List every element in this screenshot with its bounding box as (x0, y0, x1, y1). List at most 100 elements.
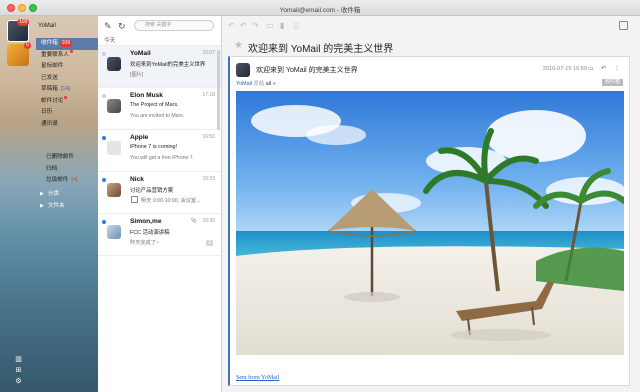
title-bar: Yomail@email.com - 收件箱 (0, 0, 640, 16)
message-sender: YoMail (130, 50, 151, 57)
sidebar-group-folders[interactable]: ▶ 文件夹 (40, 200, 65, 212)
reply-all-icon[interactable]: ↶ (240, 21, 247, 31)
message-item[interactable]: Apple 16:50 iPhone 7 is coming! You will… (98, 130, 221, 172)
reply-icon[interactable]: ↶ (228, 21, 235, 31)
folder-list: 收件箱 109 重要联系人 星标邮件 已发送 草稿箱 [14] 邮件讨论 日历 通… (36, 38, 98, 130)
sidebar-item-archive[interactable]: 归档 (46, 164, 78, 176)
folder-move-icon[interactable]: ▭ (266, 21, 274, 31)
sent-to-label: 发给 (253, 81, 265, 87)
message-preview: 明天 9:00-10:00, 会议室... (141, 198, 201, 204)
message-time: 17:18 (202, 92, 215, 98)
search-input[interactable]: 搜索 关键字 (134, 20, 214, 31)
message-time: 16:50 (202, 134, 215, 140)
sidebar-group-categories[interactable]: ▶ 分类 (40, 188, 65, 200)
attachments-icon[interactable]: ⊞ (14, 367, 23, 375)
message-subject: FCC 活动演讲稿 (130, 230, 170, 236)
message-item[interactable]: YoMail 16:07 欢迎来到YoMail的完美主义世界 [图片] (98, 46, 221, 88)
folder-label: 草稿箱 (41, 86, 58, 92)
list-scrollbar[interactable] (217, 50, 220, 130)
folder-label: 收件箱 (41, 40, 58, 46)
read-dot-icon (102, 94, 106, 98)
message-subject: The Project of Mars. (130, 102, 179, 108)
sidebar-item-calendar[interactable]: 日历 (36, 107, 98, 119)
sidebar-item-deleted[interactable]: 已删除邮件 (46, 152, 78, 164)
sidebar: 109 6 YoMail 收件箱 109 重要联系人 星标邮件 已发送 草稿箱[… (0, 16, 98, 392)
sidebar-item-sent[interactable]: 已发送 (36, 73, 98, 85)
reading-pane: ↶ ↶ ↷ ▭ ▮ ▯ ★ 欢迎来到 YoMail 的完美主义世界 欢迎来到 Y… (222, 16, 640, 392)
card-actions[interactable]: ▭ ↶ ⋮ (588, 65, 623, 72)
thread-count-badge: 2 (206, 240, 213, 246)
message-sender: Apple (130, 134, 149, 141)
avatar (107, 57, 121, 71)
window-title: Yomail@email.com - 收件箱 (279, 7, 361, 14)
message-sender: Simon,me (130, 218, 162, 225)
sender-avatar (236, 63, 250, 77)
sidebar-item-starred[interactable]: 星标邮件 (36, 61, 98, 73)
message-time: 15:33 (202, 176, 215, 182)
trash-icon[interactable]: ▯ (294, 21, 298, 31)
avatar (107, 99, 121, 113)
junk-count: [4] (71, 177, 78, 183)
sidebar-bottom-tools: ▥ ⊞ ⚙ (14, 356, 23, 386)
sidebar-item-discussions[interactable]: 邮件讨论 (36, 95, 98, 108)
folder-label: 邮件讨论 (41, 97, 64, 104)
message-preview: You are invited to Mars. (130, 113, 185, 119)
folder-tag: 收件箱 (601, 79, 623, 86)
message-sender: Elon Musk (130, 92, 163, 99)
email-recipients: YoMail 发给 all » (236, 79, 276, 87)
compose-icon[interactable]: ✎ (104, 21, 114, 31)
sidebar-item-inbox[interactable]: 收件箱 109 (36, 38, 98, 50)
forward-icon[interactable]: ↷ (252, 21, 259, 31)
folder-label: 星标邮件 (41, 63, 64, 69)
tag-icon[interactable]: ▮ (280, 21, 284, 31)
account-unread-badge-secondary: 6 (24, 42, 31, 49)
subject-header: ★ 欢迎来到 YoMail 的完美主义世界 (222, 36, 640, 55)
message-subject: 欢迎来到YoMail的完美主义世界 (130, 62, 206, 68)
from-name[interactable]: YoMail (236, 81, 252, 87)
message-item[interactable]: Elon Musk 17:18 The Project of Mars. You… (98, 88, 221, 130)
expand-window-icon[interactable] (619, 21, 628, 30)
message-time: 16:07 (202, 50, 215, 56)
message-item[interactable]: Simon,me 📎 15:30 FCC 活动演讲稿 昨天完成了~ 2 (98, 214, 221, 256)
new-dot-icon (64, 95, 68, 99)
message-list-pane: ✎ ↻ 搜索 关键字 今天 YoMail 16:07 欢迎来到YoMail的完美… (98, 16, 222, 392)
folder-label: 重要联系人 (41, 51, 69, 58)
folder-label: 已删除邮件 (46, 154, 74, 160)
new-dot-icon (69, 49, 73, 53)
stats-icon[interactable]: ▥ (14, 356, 23, 364)
message-preview: 昨天完成了~ (130, 240, 159, 246)
attachment-icon: 📎 (190, 218, 197, 224)
message-preview: You will get a free iPhone 7. (130, 155, 195, 161)
email-subject: 欢迎来到 YoMail 的完美主义世界 (248, 44, 394, 55)
email-card: 欢迎来到 YoMail 的完美主义世界 2016-07-15 16:59 ▭ ↶… (228, 56, 630, 386)
folder-label: 垃圾邮件 (46, 177, 69, 183)
unread-dot-icon (102, 136, 106, 140)
calendar-icon (131, 196, 138, 203)
list-section-header: 今天 (98, 36, 221, 46)
message-sender: Nick (130, 176, 144, 183)
apple-logo-icon (107, 141, 121, 155)
unread-badge: 109 (59, 40, 72, 47)
beach-image (236, 91, 624, 355)
sidebar-item-contacts[interactable]: 通讯录 (36, 119, 98, 131)
to-recipient[interactable]: all (266, 81, 271, 87)
message-item[interactable]: Nick 15:33 讨论产品营销方案 明天 9:00-10:00, 会议室..… (98, 172, 221, 214)
list-toolbar: ✎ ↻ 搜索 关键字 (98, 16, 221, 36)
expand-recipients-icon[interactable]: » (273, 81, 276, 87)
sidebar-item-important-contacts[interactable]: 重要联系人 (36, 49, 98, 62)
folder-label: 归档 (46, 165, 58, 172)
account-name: YoMail (38, 23, 56, 29)
settings-icon[interactable]: ⚙ (14, 378, 23, 386)
signature-link[interactable]: Sent from YoMail (236, 375, 279, 381)
refresh-icon[interactable]: ↻ (118, 21, 128, 31)
disclosure-triangle-icon: ▶ (40, 191, 44, 197)
sidebar-item-junk[interactable]: 垃圾邮件 [4] (46, 175, 78, 187)
unread-dot-icon (102, 178, 106, 182)
message-time: 15:30 (202, 218, 215, 224)
message-subject: 讨论产品营销方案 (130, 188, 174, 194)
group-list: ▶ 分类 ▶ 文件夹 (40, 188, 65, 212)
star-icon[interactable]: ★ (234, 40, 243, 51)
read-dot-icon (102, 52, 106, 56)
sidebar-item-drafts[interactable]: 草稿箱 [14] (36, 84, 98, 96)
group-label: 分类 (47, 191, 60, 197)
